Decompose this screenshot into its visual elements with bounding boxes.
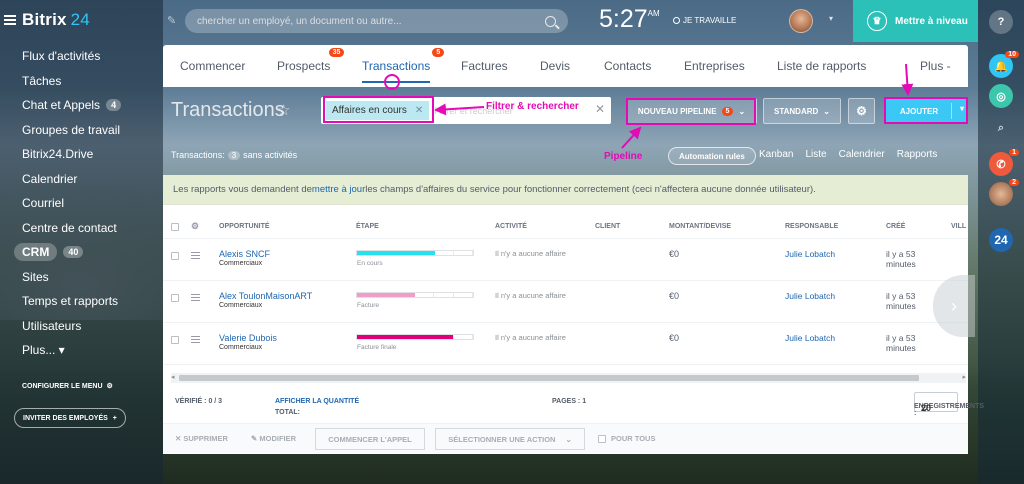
stage-bar[interactable] [356,250,474,256]
for-all-label: POUR TOUS [611,434,656,443]
row-menu-icon[interactable] [191,252,200,259]
col-created[interactable]: CRÉÉ [886,223,905,230]
scroll-right-icon[interactable]: ▸ [962,373,966,381]
col-city[interactable]: VILL [951,223,966,230]
stage-label: Facture [357,302,380,309]
activity-text: Il n'y a aucune affaire [495,249,566,258]
deal-subtitle: Commerciaux [219,302,263,309]
delete-button[interactable]: ✕ SUPPRIMER [175,434,228,443]
show-quantity-link[interactable]: AFFICHER LA QUANTITÉ [275,398,359,405]
records-per-page: ENREGISTREMENTS : 20 ⌄ [914,392,984,417]
responsible-link[interactable]: Julie Lobatch [785,249,835,259]
total: TOTAL: AFFICHER LA QUANTITÉ [275,398,360,416]
table-header: ⚙ OPPORTUNITÉ ÉTAPE ACTIVITÉ CLIENT MONT… [163,217,968,239]
scrollbar-thumb[interactable] [179,375,919,381]
col-responsible[interactable]: RESPONSABLE [785,223,838,230]
deal-subtitle: Commerciaux [219,344,263,351]
deal-count: Transactions: 3 sans activités [171,150,298,160]
activity-text: Il n'y a aucune affaire [495,333,566,342]
table-row[interactable]: Alex ToulonMaisonART Commerciaux Facture Il… [163,281,968,323]
for-all-checkbox[interactable] [598,435,606,443]
responsible-link[interactable]: Julie Lobatch [785,333,835,343]
scroll-left-icon[interactable]: ◂ [171,373,175,381]
select-action-dropdown[interactable]: SÉLECTIONNER UNE ACTION ⌄ [435,428,585,450]
deal-title[interactable]: Valerie Dubois [219,333,277,343]
verified-count: VÉRIFIÉ : 0 / 3 [175,398,223,405]
created-time: il y a 53 minutes [886,249,916,269]
notice-banner: Les rapports vous demandent de mettre à … [163,175,968,205]
deal-title[interactable]: Alex ToulonMaisonART [219,291,312,301]
gear-icon[interactable]: ⚙ [191,221,199,232]
activity-text: Il n'y a aucune affaire [495,291,566,300]
update-link[interactable]: mettre à jour [312,184,365,195]
chevron-down-icon: ⌄ [565,434,572,444]
deal-title[interactable]: Alexis SNCF [219,249,270,259]
row-menu-icon[interactable] [191,294,200,301]
row-menu-icon[interactable] [191,336,200,343]
stage-bar[interactable] [356,292,474,298]
pages-count: PAGES : 1 [552,398,587,405]
stage-label: Facture finale [357,344,397,351]
deal-subtitle: Commerciaux [219,260,263,267]
horizontal-scrollbar[interactable]: ◂ ▸ [171,373,966,383]
automation-rules-button[interactable]: Automation rules [668,147,756,165]
table-footer: VÉRIFIÉ : 0 / 3 TOTAL: AFFICHER LA QUANT… [163,387,984,417]
stage-fill [357,335,454,339]
stage-fill [357,251,435,255]
view-list[interactable]: Liste [805,149,826,160]
action-bar: ✕ SUPPRIMER ✎ MODIFIER COMMENCER L'APPEL… [163,423,968,453]
table-row[interactable]: Alexis SNCF Commerciaux En cours Il n'y a a… [163,239,968,281]
view-switcher: Kanban Liste Calendrier Rapports [759,149,937,160]
col-amount[interactable]: MONTANT/DEVISE [669,223,731,230]
amount: €0 [669,333,680,343]
amount: €0 [669,249,680,259]
deals-card: Les rapports vous demandent de mettre à … [163,175,984,454]
col-opportunity[interactable]: OPPORTUNITÉ [219,223,270,230]
created-time: il y a 53 minutes [886,291,916,311]
stage-bar[interactable] [356,334,474,340]
stage-label: En cours [357,260,383,267]
table-row[interactable]: Valerie Dubois Commerciaux Facture finale I… [163,323,968,365]
chevron-down-icon: ⌄ [921,403,929,413]
view-reports[interactable]: Rapports [897,149,938,160]
col-stage[interactable]: ÉTAPE [356,223,379,230]
view-calendar[interactable]: Calendrier [839,149,885,160]
view-kanban[interactable]: Kanban [759,149,793,160]
chevron-right-icon: › [951,295,957,316]
created-time: il y a 53 minutes [886,333,916,353]
sub-bar: Transactions: 3 sans activités Automation … [163,144,968,168]
row-checkbox[interactable] [171,252,179,260]
col-activity[interactable]: ACTIVITÉ [495,223,527,230]
row-checkbox[interactable] [171,294,179,302]
row-checkbox[interactable] [171,336,179,344]
start-call-button[interactable]: COMMENCER L'APPEL [315,428,425,450]
edit-button[interactable]: ✎ MODIFIER [251,434,296,443]
responsible-link[interactable]: Julie Lobatch [785,291,835,301]
stage-fill [357,293,415,297]
col-client[interactable]: CLIENT [595,223,620,230]
amount: €0 [669,291,680,301]
select-all-checkbox[interactable] [171,223,179,231]
